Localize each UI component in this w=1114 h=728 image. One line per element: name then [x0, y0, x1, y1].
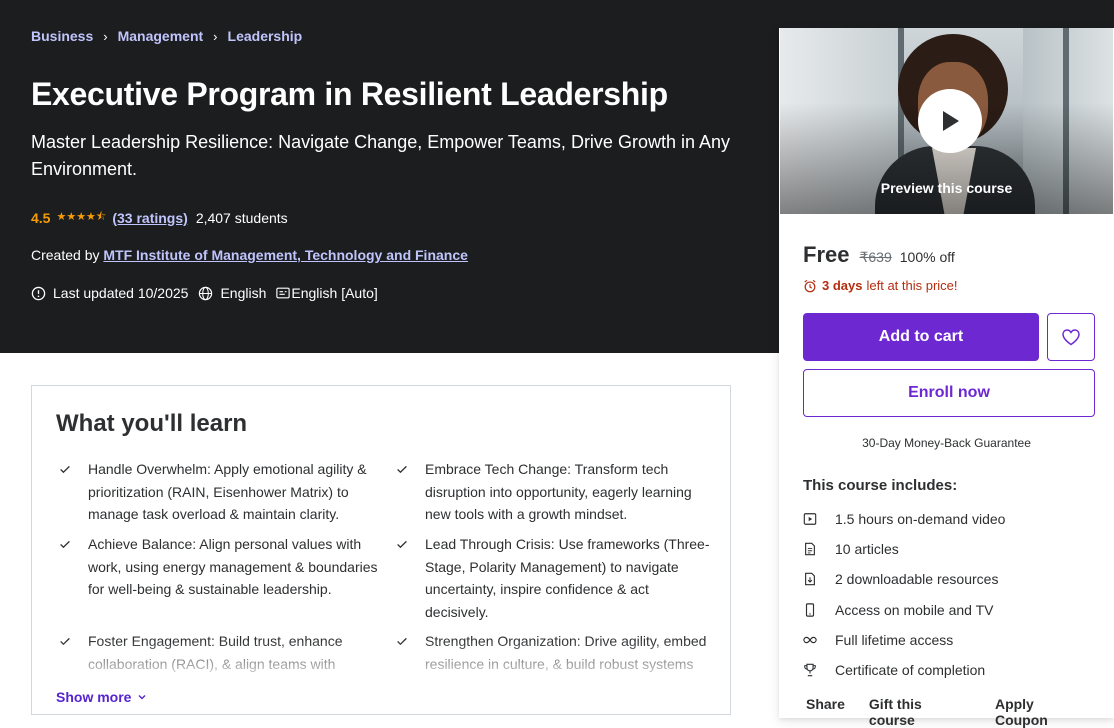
original-price: ₹639 [859, 249, 892, 265]
check-icon [60, 465, 70, 474]
purchase-sidebar: Preview this course Free ₹639 100% off 3… [779, 28, 1114, 728]
article-icon [805, 542, 815, 556]
infinity-icon [803, 636, 817, 644]
learn-item: Handle Overwhelm: Apply emotional agilit… [60, 458, 378, 526]
course-preview[interactable]: Preview this course [780, 28, 1113, 214]
course-title: Executive Program in Resilient Leadershi… [31, 76, 668, 112]
learn-item: Achieve Balance: Align personal values w… [60, 533, 378, 601]
captions-text: English [Auto] [291, 285, 378, 301]
course-language: English [198, 285, 266, 301]
chevron-right-icon: › [213, 28, 218, 44]
include-text: Access on mobile and TV [835, 602, 994, 618]
share-button[interactable]: Share [806, 696, 845, 728]
current-price: Free [803, 242, 850, 267]
learn-item: Embrace Tech Change: Transform tech disr… [397, 458, 715, 526]
video-icon [803, 513, 817, 525]
include-item: Full lifetime access [803, 632, 953, 648]
last-updated: Last updated 10/2025 [31, 285, 188, 301]
include-item: 2 downloadable resources [803, 571, 998, 587]
include-text: 10 articles [835, 541, 899, 557]
created-by-label: Created by [31, 247, 100, 263]
breadcrumb-leadership[interactable]: Leadership [228, 28, 303, 44]
course-meta: Last updated 10/2025 English English [Au… [31, 285, 388, 301]
alarm-clock-icon [804, 279, 816, 292]
download-icon [805, 572, 815, 586]
learn-fade-overlay [32, 640, 730, 685]
learn-item-text: Lead Through Crisis: Use frameworks (Thr… [425, 536, 710, 620]
sidebar-footer-links: Share Gift this course Apply Coupon [806, 696, 1114, 728]
money-back-guarantee: 30-Day Money-Back Guarantee [862, 436, 1031, 450]
last-updated-text: Last updated 10/2025 [53, 285, 189, 301]
ratings-count-link[interactable]: (33 ratings) [112, 210, 187, 226]
learn-item-text: Handle Overwhelm: Apply emotional agilit… [88, 461, 367, 522]
timer-text: left at this price! [866, 278, 958, 293]
mobile-icon [805, 603, 815, 617]
check-icon [60, 540, 70, 549]
learn-item-text: Embrace Tech Change: Transform tech disr… [425, 461, 692, 522]
discount-timer: 3 days left at this price! [803, 278, 958, 293]
includes-title: This course includes: [803, 477, 958, 494]
include-text: 2 downloadable resources [835, 571, 999, 587]
closed-captions-icon [276, 287, 291, 299]
price-row: Free ₹639 100% off [803, 242, 955, 268]
course-captions: English [Auto] [276, 285, 378, 301]
students-count: 2,407 students [195, 209, 288, 226]
discount-percent: 100% off [899, 249, 955, 265]
wishlist-button[interactable] [1047, 313, 1095, 361]
check-icon [397, 540, 407, 549]
globe-icon [199, 286, 213, 300]
language-text: English [220, 285, 267, 301]
learn-title: What you'll learn [56, 410, 248, 437]
include-text: Full lifetime access [835, 632, 954, 648]
rating-row: 4.5 ★★★★⯪ (33 ratings) 2,407 students [31, 208, 288, 227]
created-by: Created by MTF Institute of Management, … [31, 247, 468, 263]
preview-label: Preview this course [880, 180, 1013, 196]
instructor-link[interactable]: MTF Institute of Management, Technology … [103, 247, 468, 263]
include-item: Access on mobile and TV [803, 602, 994, 618]
include-item: Certificate of completion [803, 662, 985, 678]
timer-days: 3 days [822, 278, 863, 293]
add-to-cart-button[interactable]: Add to cart [803, 313, 1039, 361]
show-more-button[interactable]: Show more [56, 689, 148, 705]
include-text: 1.5 hours on-demand video [835, 511, 1006, 527]
trophy-icon [804, 663, 816, 677]
heart-icon [1062, 329, 1080, 346]
check-icon [397, 465, 407, 474]
chevron-down-icon [138, 695, 146, 700]
breadcrumb-business[interactable]: Business [31, 28, 93, 44]
learn-item-text: Achieve Balance: Align personal values w… [88, 536, 378, 597]
enroll-now-button[interactable]: Enroll now [803, 369, 1095, 417]
chevron-right-icon: › [103, 28, 108, 44]
include-item: 10 articles [803, 541, 899, 557]
gift-course-button[interactable]: Gift this course [869, 696, 971, 728]
breadcrumb: Business › Management › Leadership [31, 28, 302, 44]
star-rating-icon: ★★★★⯪ [56, 211, 107, 223]
apply-coupon-button[interactable]: Apply Coupon [995, 696, 1090, 728]
learn-item: Lead Through Crisis: Use frameworks (Thr… [397, 533, 715, 623]
rating-value: 4.5 [31, 209, 51, 226]
course-subtitle: Master Leadership Resilience: Navigate C… [31, 132, 730, 179]
show-more-label: Show more [56, 689, 132, 705]
alert-clock-icon [31, 286, 46, 300]
play-icon [943, 111, 959, 131]
breadcrumb-management[interactable]: Management [118, 28, 204, 44]
include-text: Certificate of completion [835, 662, 986, 678]
play-button[interactable] [918, 89, 982, 153]
include-item: 1.5 hours on-demand video [803, 511, 1005, 527]
